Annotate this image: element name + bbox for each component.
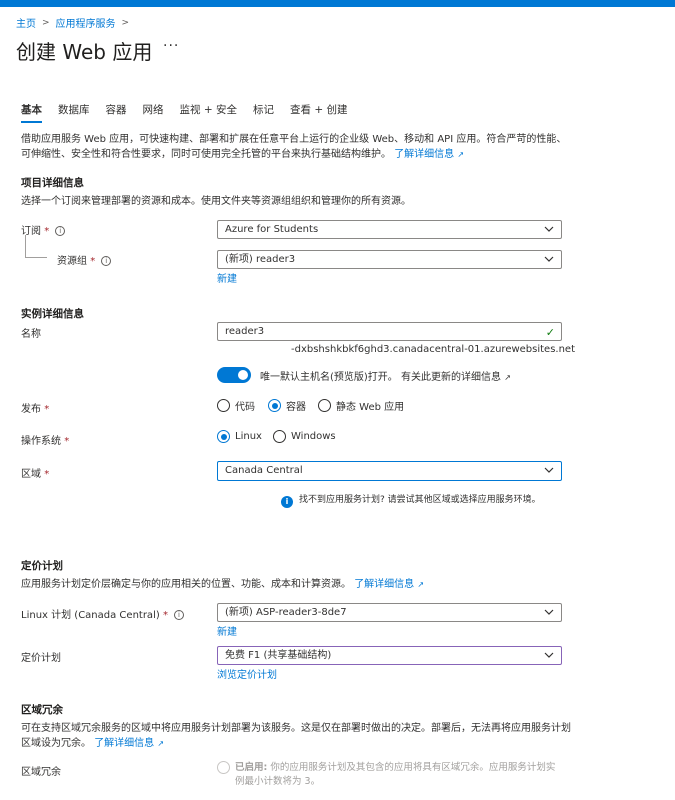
checkmark-icon: ✓ bbox=[545, 326, 555, 339]
unique-hostname-toggle[interactable] bbox=[217, 367, 251, 383]
resource-group-label: 资源组 * i bbox=[57, 252, 112, 267]
zone-enabled-text: 已启用: 你的应用服务计划及其包含的应用将具有区域冗余。应用服务计划实例最小计数… bbox=[235, 762, 556, 787]
tab-tags[interactable]: 标记 bbox=[253, 102, 274, 123]
intro-text: 借助应用服务 Web 应用，可快速构建、部署和扩展在任意平台上运行的企业级 We… bbox=[21, 134, 567, 160]
linux-plan-label: Linux 计划 (Canada Central) * i bbox=[21, 606, 184, 621]
chevron-right-icon: > bbox=[42, 17, 50, 28]
create-plan-link[interactable]: 新建 bbox=[217, 623, 237, 638]
create-resource-group-link[interactable]: 新建 bbox=[217, 270, 237, 285]
zone-redundancy-label: 区域冗余 bbox=[21, 767, 61, 778]
info-icon[interactable]: i bbox=[55, 226, 66, 236]
zone-enabled-radio[interactable]: 已启用: 你的应用服务计划及其包含的应用将具有区域冗余。应用服务计划实例最小计数… bbox=[217, 761, 567, 789]
chevron-down-icon bbox=[544, 226, 554, 232]
name-label: 名称 bbox=[21, 329, 41, 340]
breadcrumb: 主页 > 应用程序服务 > bbox=[16, 15, 130, 31]
intro-learn-more-link[interactable]: 了解详细信息 ↗ bbox=[394, 149, 464, 160]
breadcrumb-app-service[interactable]: 应用程序服务 bbox=[56, 15, 116, 30]
page-title: 创建 Web 应用 bbox=[16, 40, 153, 64]
region-select[interactable]: Canada Central bbox=[217, 461, 562, 481]
os-label: 操作系统 * bbox=[21, 436, 70, 447]
external-link-icon: ↗ bbox=[157, 739, 165, 748]
pricing-learn-more-link[interactable]: 了解详细信息 ↗ bbox=[354, 579, 424, 590]
external-link-icon: ↗ bbox=[504, 373, 511, 382]
external-link-icon: ↗ bbox=[417, 580, 425, 589]
pricing-description: 应用服务计划定价层确定与你的应用相关的位置、功能、成本和计算资源。 了解详细信息… bbox=[21, 579, 425, 590]
instance-details-heading: 实例详细信息 bbox=[21, 308, 84, 320]
region-note: 找不到应用服务计划? 请尝试其他区域或选择应用服务环境。 bbox=[299, 495, 541, 505]
publish-static-web-app-radio[interactable]: 静态 Web 应用 bbox=[318, 398, 404, 413]
pricing-tier-label: 定价计划 bbox=[21, 653, 61, 664]
publish-code-radio[interactable]: 代码 bbox=[217, 398, 255, 413]
tree-line bbox=[25, 257, 47, 258]
project-description: 选择一个订阅来管理部署的资源和成本。使用文件夹等资源组组织和管理你的所有资源。 bbox=[21, 196, 411, 207]
project-details-heading: 项目详细信息 bbox=[21, 177, 84, 189]
linux-plan-select[interactable]: (新项) ASP-reader3-8de7 bbox=[217, 603, 562, 622]
domain-suffix: -dxbshshkbkf6ghd3.canadacentral-01.azure… bbox=[291, 344, 576, 355]
tab-database[interactable]: 数据库 bbox=[58, 102, 90, 123]
chevron-right-icon: > bbox=[121, 17, 130, 28]
os-windows-radio[interactable]: Windows bbox=[273, 430, 336, 443]
info-icon: i bbox=[281, 496, 293, 508]
subscription-select[interactable]: Azure for Students bbox=[217, 220, 562, 239]
toggle-learn-more-link[interactable]: 有关此更新的详细信息 ↗ bbox=[401, 368, 511, 383]
name-input[interactable]: reader3 ✓ bbox=[217, 322, 562, 341]
chevron-down-icon bbox=[544, 467, 554, 473]
zone-description: 可在支持区域冗余服务的区域中将应用服务计划部署为该服务。这是仅在部署时做出的决定… bbox=[21, 723, 571, 749]
publish-label: 发布 * bbox=[21, 404, 50, 415]
breadcrumb-home[interactable]: 主页 bbox=[16, 15, 36, 30]
publish-container-radio[interactable]: 容器 bbox=[268, 398, 306, 413]
more-options-button[interactable]: ··· bbox=[163, 38, 179, 54]
zone-learn-more-link[interactable]: 了解详细信息 ↗ bbox=[94, 738, 164, 749]
tab-monitoring[interactable]: 监视 + 安全 bbox=[180, 102, 237, 123]
top-accent-bar bbox=[0, 0, 675, 7]
tab-basics[interactable]: 基本 bbox=[21, 102, 42, 123]
chevron-down-icon bbox=[544, 652, 554, 658]
external-link-icon: ↗ bbox=[457, 150, 465, 159]
subscription-label: 订阅 * i bbox=[21, 222, 66, 237]
tab-networking[interactable]: 网络 bbox=[143, 102, 164, 123]
os-linux-radio[interactable]: Linux bbox=[217, 430, 262, 443]
pricing-tier-select[interactable]: 免费 F1 (共享基础结构) bbox=[217, 646, 562, 665]
region-label: 区域 * bbox=[21, 469, 50, 480]
tab-container[interactable]: 容器 bbox=[106, 102, 127, 123]
tab-review-create[interactable]: 查看 + 创建 bbox=[290, 102, 347, 123]
info-icon[interactable]: i bbox=[101, 256, 112, 266]
pricing-plan-heading: 定价计划 bbox=[21, 560, 63, 572]
tree-line bbox=[25, 235, 26, 257]
zone-redundancy-heading: 区域冗余 bbox=[21, 704, 63, 716]
info-icon[interactable]: i bbox=[173, 610, 184, 620]
resource-group-select[interactable]: (新项) reader3 bbox=[217, 250, 562, 269]
toggle-text: 唯一默认主机名(预览版)打开。 bbox=[260, 372, 398, 383]
intro-description: 借助应用服务 Web 应用，可快速构建、部署和扩展在任意平台上运行的企业级 We… bbox=[21, 132, 576, 162]
explore-pricing-link[interactable]: 浏览定价计划 bbox=[217, 666, 277, 681]
chevron-down-icon bbox=[544, 609, 554, 615]
chevron-down-icon bbox=[544, 256, 554, 262]
tab-bar: 基本 数据库 容器 网络 监视 + 安全 标记 查看 + 创建 bbox=[21, 102, 363, 123]
